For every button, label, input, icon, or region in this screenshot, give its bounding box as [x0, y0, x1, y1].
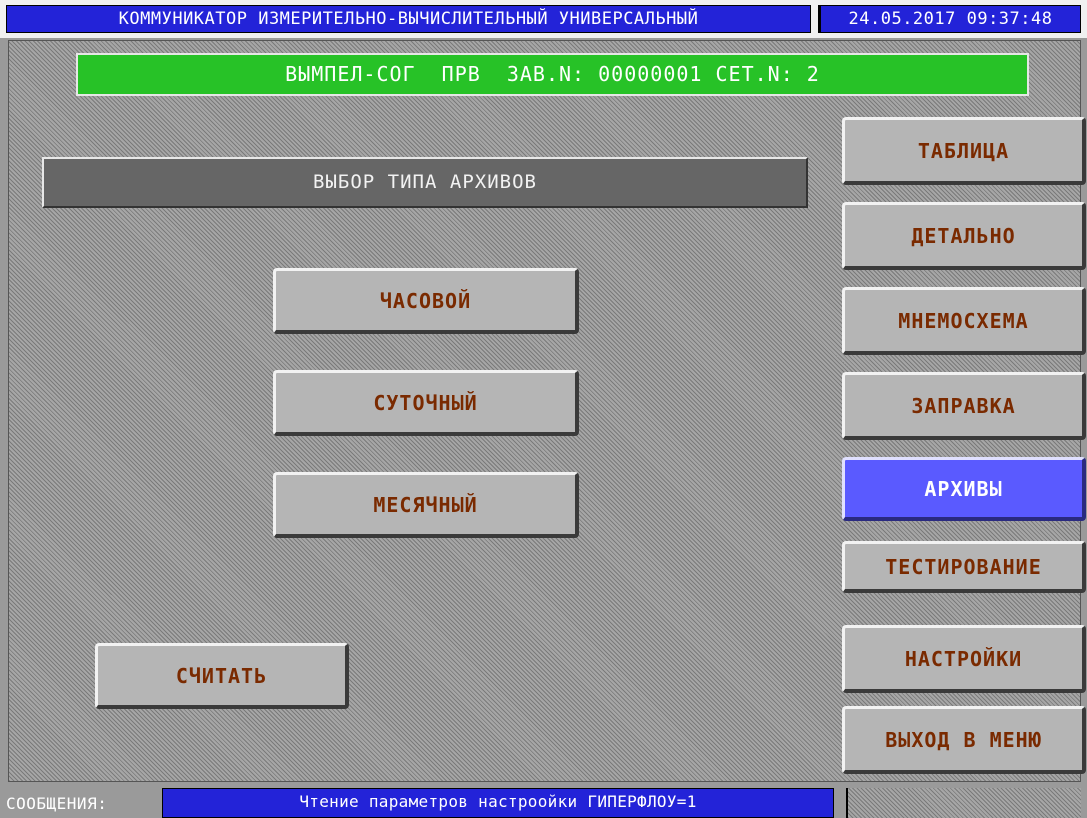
- nav-refuel-button[interactable]: ЗАПРАВКА: [842, 372, 1086, 440]
- device-banner: ВЫМПЕЛ-СОГ ПРВ ЗАВ.N: 00000001 СЕТ.N: 2: [76, 53, 1029, 96]
- title-bar: КОММУНИКАТОР ИЗМЕРИТЕЛЬНО-ВЫЧИСЛИТЕЛЬНЫЙ…: [0, 0, 1087, 38]
- daily-archive-button[interactable]: СУТОЧНЫЙ: [273, 370, 579, 436]
- datetime-display: 24.05.2017 09:37:48: [818, 5, 1081, 33]
- status-extra-panel: [846, 788, 1081, 818]
- status-label: СООБЩЕНИЯ:: [6, 794, 108, 813]
- hourly-archive-button[interactable]: ЧАСОВОЙ: [273, 268, 579, 334]
- app-title: КОММУНИКАТОР ИЗМЕРИТЕЛЬНО-ВЫЧИСЛИТЕЛЬНЫЙ…: [6, 5, 811, 33]
- nav-archives-button[interactable]: АРХИВЫ: [842, 457, 1086, 521]
- nav-exit-menu-button[interactable]: ВЫХОД В МЕНЮ: [842, 706, 1086, 774]
- status-message: Чтение параметров настроойки ГИПЕРФЛОУ=1: [162, 788, 834, 818]
- nav-detail-button[interactable]: ДЕТАЛЬНО: [842, 202, 1086, 270]
- section-title: ВЫБОР ТИПА АРХИВОВ: [42, 157, 808, 208]
- nav-mnemonic-button[interactable]: МНЕМОСХЕМА: [842, 287, 1086, 355]
- nav-table-button[interactable]: ТАБЛИЦА: [842, 117, 1086, 185]
- monthly-archive-button[interactable]: МЕСЯЧНЫЙ: [273, 472, 579, 538]
- nav-settings-button[interactable]: НАСТРОЙКИ: [842, 625, 1086, 693]
- read-button[interactable]: СЧИТАТЬ: [95, 643, 349, 709]
- nav-testing-button[interactable]: ТЕСТИРОВАНИЕ: [842, 541, 1086, 593]
